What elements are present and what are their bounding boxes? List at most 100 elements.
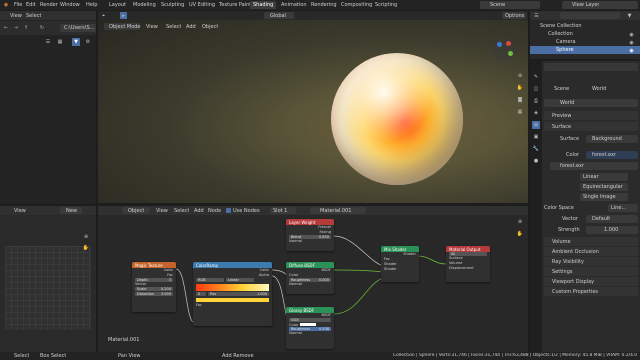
tab-sculpting[interactable]: Sculpting bbox=[158, 1, 187, 9]
outliner-search-input[interactable] bbox=[560, 12, 620, 19]
node-glossy-bsdf[interactable]: Glossy BSDF BSDF GGX Color Roughness 0.5… bbox=[286, 307, 334, 349]
file-browser-view-menu[interactable]: View bbox=[10, 13, 22, 19]
viewport-select-menu[interactable]: Select bbox=[166, 24, 181, 30]
ambient-occlusion-section[interactable]: Ambient Occlusion bbox=[544, 247, 638, 256]
image-editor-view-menu[interactable]: View bbox=[14, 208, 26, 214]
refresh-icon[interactable]: ↻ bbox=[38, 24, 46, 32]
ramp-stop-color[interactable] bbox=[196, 298, 269, 302]
filter-icon[interactable]: ▼ bbox=[72, 38, 80, 46]
outliner-item-sphere-row[interactable]: Sphere bbox=[530, 46, 640, 54]
navigation-gizmo[interactable] bbox=[492, 38, 516, 62]
menu-edit[interactable]: Edit bbox=[26, 2, 36, 8]
pan-hand-icon[interactable]: ✋ bbox=[516, 84, 524, 92]
outliner-item-camera[interactable]: Camera bbox=[556, 39, 576, 45]
zoom-icon[interactable]: ⊕ bbox=[516, 72, 524, 80]
image-zoom-icon[interactable]: ⊕ bbox=[82, 233, 90, 241]
view-mode-icon[interactable]: ☰ bbox=[44, 38, 52, 46]
output-tab-icon[interactable]: ⎙ bbox=[532, 97, 540, 105]
surface-shader-field[interactable]: Background bbox=[586, 135, 638, 143]
collection-visibility-icon[interactable]: ◉ bbox=[628, 31, 635, 38]
outliner-scene-collection[interactable]: Scene Collection bbox=[540, 23, 582, 29]
viewport-display-section[interactable]: Viewport Display bbox=[544, 277, 638, 286]
preview-section[interactable]: Preview bbox=[544, 111, 638, 120]
magic-scale-field[interactable]: Scale 5.200 bbox=[135, 287, 173, 291]
menu-render[interactable]: Render bbox=[40, 2, 58, 8]
node-material-output[interactable]: Material Output All Surface Volume Displ… bbox=[446, 246, 490, 282]
x-axis-icon[interactable] bbox=[506, 41, 511, 46]
viewport-view-menu[interactable]: View bbox=[146, 24, 158, 30]
ramp-pos-field[interactable]: Pos 1.000 bbox=[208, 292, 269, 296]
object-tab-icon[interactable]: ▣ bbox=[532, 133, 540, 141]
node-diffuse-bsdf[interactable]: Diffuse BSDF BSDF Color Roughness 0.000 … bbox=[286, 262, 334, 294]
image-selector[interactable]: forest.exr bbox=[550, 162, 638, 170]
node-pan-icon[interactable]: ✋ bbox=[516, 230, 524, 238]
volume-section[interactable]: Volume bbox=[544, 237, 638, 246]
file-browser-select-menu[interactable]: Select bbox=[26, 13, 41, 19]
color-texture-field[interactable]: forest.exr bbox=[586, 151, 638, 159]
surface-section[interactable]: Surface bbox=[544, 122, 638, 131]
new-image-button[interactable]: New bbox=[60, 207, 82, 214]
ramp-index-field[interactable]: 0 bbox=[196, 292, 206, 296]
tab-texture-paint[interactable]: Texture Paint bbox=[216, 1, 254, 9]
tool-tab-icon[interactable]: ✎ bbox=[532, 73, 540, 81]
camera-visibility-icon[interactable]: ◉ bbox=[628, 39, 635, 46]
ramp-mode-dropdown[interactable]: RGB bbox=[196, 278, 224, 282]
strength-field[interactable]: 1.000 bbox=[586, 226, 638, 234]
properties-search-input[interactable] bbox=[544, 63, 638, 71]
menu-window[interactable]: Window bbox=[60, 2, 80, 8]
sphere-visibility-icon[interactable]: ◉ bbox=[628, 47, 635, 54]
outliner-filter-icon[interactable]: ▼ bbox=[626, 12, 633, 19]
world-selector[interactable]: World bbox=[544, 99, 638, 107]
tab-uv-editing[interactable]: UV Editing bbox=[186, 1, 218, 9]
object-mode-dropdown[interactable]: Object Mode bbox=[104, 23, 141, 30]
forward-icon[interactable]: → bbox=[12, 24, 20, 32]
view-layer-selector[interactable]: View Layer bbox=[562, 1, 638, 9]
node-mix-shader[interactable]: Mix Shader Shader Fac Shader Shader bbox=[381, 246, 419, 282]
source-dropdown[interactable]: Single Image bbox=[580, 193, 628, 201]
blender-logo-icon[interactable]: ◉ bbox=[2, 1, 10, 9]
image-canvas-grid[interactable] bbox=[5, 246, 91, 330]
interpolation-dropdown[interactable]: Linear bbox=[580, 173, 628, 181]
scene-tab-icon[interactable]: ◈ bbox=[532, 109, 540, 117]
outliner-item-collection[interactable]: Collection bbox=[548, 31, 573, 37]
world-tab-icon[interactable]: ◍ bbox=[532, 121, 540, 129]
scene-selector[interactable]: Scene bbox=[480, 1, 540, 9]
settings-icon[interactable]: ⚙ bbox=[84, 38, 92, 46]
viewport-object-menu[interactable]: Object bbox=[202, 24, 218, 30]
render-tab-icon[interactable]: ◫ bbox=[532, 85, 540, 93]
node-magic-texture[interactable]: Magic Texture Color Fac Depth 3 Vector S… bbox=[132, 262, 176, 312]
modifier-tab-icon[interactable]: 🔧 bbox=[532, 145, 540, 153]
y-axis-icon[interactable] bbox=[508, 51, 513, 56]
ray-visibility-section[interactable]: Ray Visibility bbox=[544, 257, 638, 266]
tab-modeling[interactable]: Modeling bbox=[130, 1, 159, 9]
image-pan-icon[interactable]: ✋ bbox=[82, 244, 90, 252]
color-ramp-gradient[interactable] bbox=[196, 284, 269, 291]
material-tab-icon[interactable]: ● bbox=[532, 157, 540, 165]
tab-shading[interactable]: Shading bbox=[250, 1, 277, 9]
glossy-color-swatch[interactable] bbox=[300, 323, 317, 326]
cursor-tool-icon[interactable]: ⌖ bbox=[100, 12, 107, 19]
settings-section[interactable]: Settings bbox=[544, 267, 638, 276]
options-menu[interactable]: Options bbox=[502, 12, 526, 19]
transform-orientation[interactable]: Global bbox=[264, 12, 294, 19]
outliner-editor-icon[interactable]: ☰ bbox=[533, 12, 540, 19]
node-layer-weight[interactable]: Layer Weight Fresnel Facing Blend 0.650 … bbox=[286, 219, 334, 251]
select-tool-icon[interactable]: ▸ bbox=[120, 12, 127, 19]
menu-help[interactable]: Help bbox=[86, 2, 97, 8]
tab-compositing[interactable]: Compositing bbox=[338, 1, 375, 9]
projection-dropdown[interactable]: Equirectangular bbox=[580, 183, 628, 191]
magic-distortion-field[interactable]: Distortion 3.000 bbox=[135, 292, 173, 296]
tab-rendering[interactable]: Rendering bbox=[308, 1, 340, 9]
tab-animation[interactable]: Animation bbox=[278, 1, 310, 9]
tab-scripting[interactable]: Scripting bbox=[372, 1, 400, 9]
z-axis-icon[interactable] bbox=[497, 42, 502, 47]
thumbnail-icon[interactable]: ▦ bbox=[56, 38, 64, 46]
tab-layout[interactable]: Layout bbox=[106, 1, 129, 9]
path-field[interactable]: C:\Users\S... bbox=[60, 24, 96, 32]
camera-view-icon[interactable]: ◙ bbox=[516, 96, 524, 104]
node-color-ramp[interactable]: ColorRamp Color Alpha RGB Linear 0 Pos 1… bbox=[193, 262, 272, 326]
ramp-interp-dropdown[interactable]: Linear bbox=[226, 278, 254, 282]
3d-viewport[interactable] bbox=[98, 12, 528, 203]
back-icon[interactable]: ← bbox=[2, 24, 10, 32]
parent-folder-icon[interactable]: ↑ bbox=[22, 24, 30, 32]
